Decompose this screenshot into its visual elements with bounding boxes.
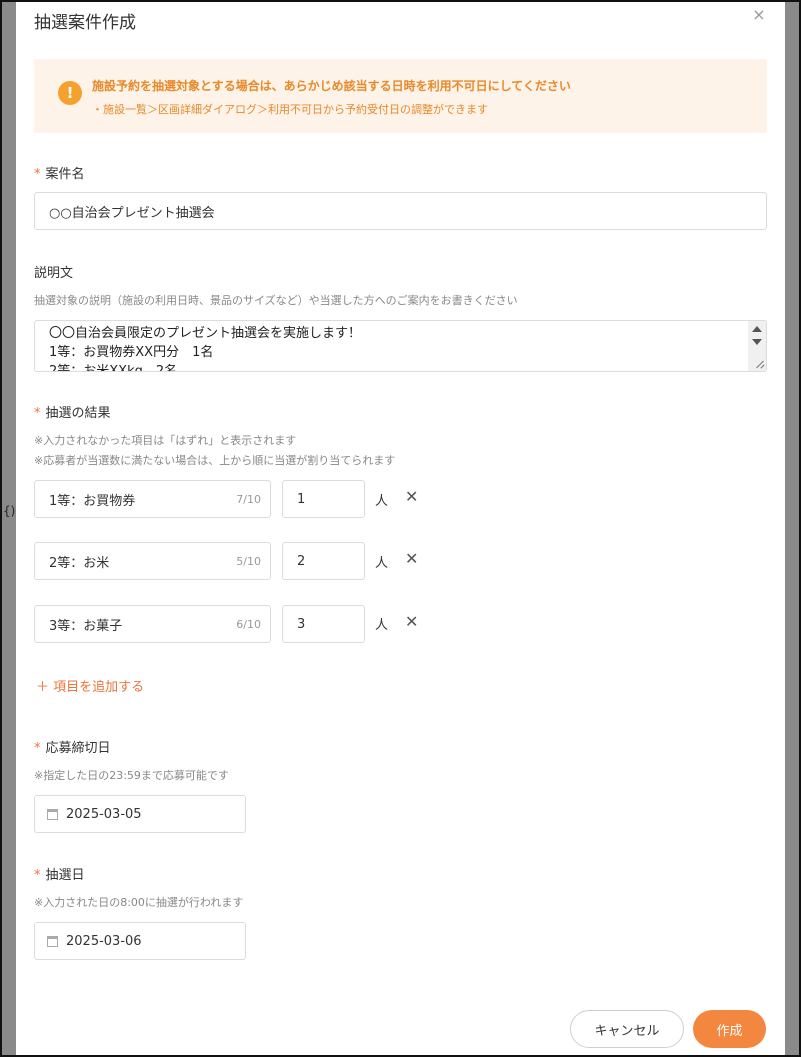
- case-name-label: * 案件名: [34, 167, 85, 182]
- alert-title: 施設予約を抽選対象とする場合は、あらかじめ該当する日時を利用不可日にしてください: [92, 79, 571, 93]
- alert-subtitle: ・施設一覧＞区画詳細ダイアログ＞利用不可日から予約受付日の調整ができます: [92, 103, 488, 116]
- background-fragment-text: {): [3, 504, 16, 518]
- prize-name-text: 1等：お買物券: [49, 493, 136, 509]
- char-counter: 7/10: [236, 492, 261, 506]
- prize-qty-input[interactable]: 2: [282, 542, 365, 580]
- unit-label: 人: [375, 494, 389, 509]
- create-lottery-dialog: 抽選案件作成 × ! 施設予約を抽選対象とする場合は、あらかじめ該当する日時を利…: [16, 2, 785, 1055]
- warning-icon: !: [58, 81, 82, 105]
- create-button[interactable]: 作成: [693, 1010, 766, 1048]
- description-label: 説明文: [34, 266, 74, 281]
- deadline-hint: ※指定した日の23:59まで応募可能です: [34, 769, 229, 782]
- prize-qty-input[interactable]: 1: [282, 480, 365, 518]
- add-item-link[interactable]: ＋ 項目を追加する: [36, 676, 144, 695]
- description-line: 〇〇自治会員限定のプレゼント抽選会を実施します！: [49, 326, 362, 341]
- draw-date-hint: ※入力された日の8:00に抽選が行われます: [34, 896, 244, 909]
- description-line: 2等：お米XXkg 2名: [49, 364, 178, 372]
- draw-date-value: 2025-03-06: [66, 933, 142, 949]
- dialog-title: 抽選案件作成: [34, 13, 136, 33]
- deadline-date-input[interactable]: 2025-03-05: [34, 795, 246, 833]
- char-counter: 5/10: [236, 554, 261, 568]
- backdrop-left: [2, 2, 16, 1055]
- unit-label: 人: [375, 618, 389, 633]
- warning-alert: ! 施設予約を抽選対象とする場合は、あらかじめ該当する日時を利用不可日にしてくだ…: [34, 59, 767, 133]
- results-label: * 抽選の結果: [34, 406, 111, 421]
- required-mark: *: [34, 868, 41, 883]
- cancel-button[interactable]: キャンセル: [570, 1010, 684, 1048]
- textarea-scrollbar[interactable]: [748, 321, 766, 371]
- scroll-up-icon[interactable]: [752, 326, 762, 332]
- results-hint-1: ※入力されなかった項目は「はずれ」と表示されます: [34, 434, 297, 447]
- prize-qty-input[interactable]: 3: [282, 605, 365, 643]
- prize-name-text: 2等：お米: [49, 555, 110, 571]
- required-mark: *: [34, 741, 41, 756]
- description-textarea[interactable]: 〇〇自治会員限定のプレゼント抽選会を実施します！ 1等：お買物券XX円分 1名 …: [34, 320, 767, 372]
- backdrop-right: [785, 2, 799, 1055]
- required-mark: *: [34, 406, 41, 421]
- scroll-down-icon[interactable]: [752, 339, 762, 345]
- results-hint-2: ※応募者が当選数に満たない場合は、上から順に当選が割り当てられます: [34, 454, 396, 467]
- prize-name-text: 3等：お菓子: [49, 618, 123, 634]
- draw-date-label: * 抽選日: [34, 868, 85, 883]
- remove-icon[interactable]: ✕: [405, 487, 418, 506]
- prize-name-input[interactable]: 3等：お菓子 6/10: [34, 605, 271, 643]
- description-line: 1等：お買物券XX円分 1名: [49, 345, 214, 360]
- calendar-icon: [47, 935, 58, 947]
- deadline-date-value: 2025-03-05: [66, 806, 142, 822]
- required-mark: *: [34, 167, 41, 182]
- deadline-label: * 応募締切日: [34, 741, 111, 756]
- description-hint: 抽選対象の説明（施設の利用日時、景品のサイズなど）や当選した方へのご案内をお書き…: [34, 294, 518, 307]
- remove-icon[interactable]: ✕: [405, 612, 418, 631]
- case-name-input[interactable]: ○○自治会プレゼント抽選会: [34, 192, 767, 230]
- unit-label: 人: [375, 556, 389, 571]
- remove-icon[interactable]: ✕: [405, 549, 418, 568]
- draw-date-input[interactable]: 2025-03-06: [34, 922, 246, 960]
- resize-grip-icon[interactable]: [754, 359, 764, 369]
- close-icon[interactable]: ×: [750, 6, 768, 24]
- calendar-icon: [47, 808, 58, 820]
- prize-name-input[interactable]: 1等：お買物券 7/10: [34, 480, 271, 518]
- char-counter: 6/10: [236, 617, 261, 631]
- prize-name-input[interactable]: 2等：お米 5/10: [34, 542, 271, 580]
